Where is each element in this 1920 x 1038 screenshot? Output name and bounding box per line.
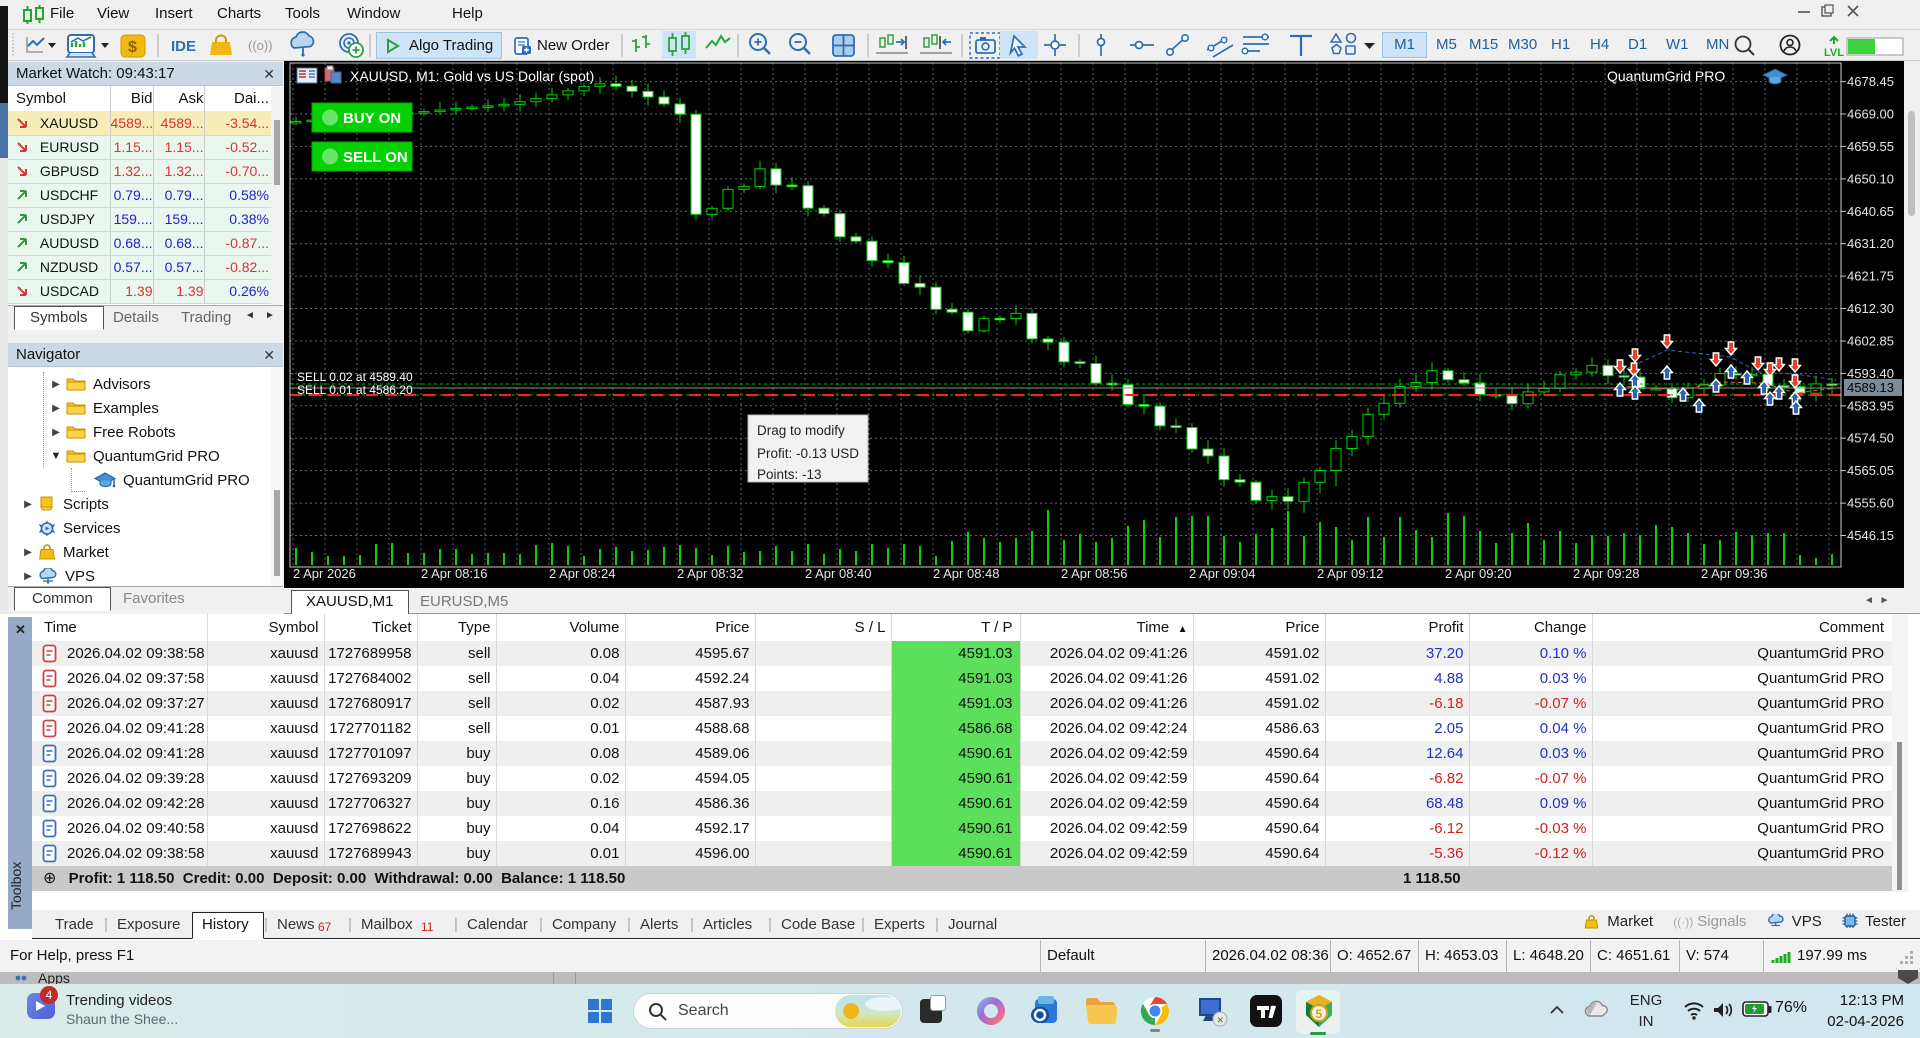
svg-text:Profit: -0.13 USD: Profit: -0.13 USD bbox=[757, 446, 859, 461]
svg-text:2 Apr 09:28: 2 Apr 09:28 bbox=[1573, 566, 1640, 581]
svg-text:XAUUSD, M1: Gold vs US Dollar: XAUUSD, M1: Gold vs US Dollar (spot) bbox=[350, 68, 594, 84]
svg-text:SELL 0.01 at 4586.20: SELL 0.01 at 4586.20 bbox=[297, 383, 413, 397]
svg-text:4631.20: 4631.20 bbox=[1847, 236, 1894, 251]
svg-text:4678.45: 4678.45 bbox=[1847, 74, 1894, 89]
svg-text:5: 5 bbox=[1316, 1007, 1323, 1021]
svg-text:2 Apr 09:04: 2 Apr 09:04 bbox=[1189, 566, 1256, 581]
svg-text:4583.95: 4583.95 bbox=[1847, 398, 1894, 413]
svg-text:4659.55: 4659.55 bbox=[1847, 139, 1894, 154]
svg-text:SELL ON: SELL ON bbox=[343, 149, 408, 166]
svg-text:2 Apr 08:16: 2 Apr 08:16 bbox=[421, 566, 488, 581]
svg-text:4612.30: 4612.30 bbox=[1847, 301, 1894, 316]
svg-text:((o)): ((o)) bbox=[248, 38, 273, 53]
svg-text:4593.40: 4593.40 bbox=[1847, 366, 1894, 381]
svg-text:4640.65: 4640.65 bbox=[1847, 204, 1894, 219]
svg-text:SELL 0.02 at 4589.40: SELL 0.02 at 4589.40 bbox=[297, 370, 413, 384]
svg-text:4602.85: 4602.85 bbox=[1847, 334, 1894, 349]
svg-text:IDE: IDE bbox=[171, 38, 196, 55]
svg-text:2 Apr 08:56: 2 Apr 08:56 bbox=[1061, 566, 1128, 581]
svg-text:✕: ✕ bbox=[1217, 1015, 1225, 1025]
svg-text:$: $ bbox=[128, 39, 137, 56]
svg-text:Points: -13: Points: -13 bbox=[757, 467, 822, 482]
svg-text:2 Apr 09:12: 2 Apr 09:12 bbox=[1317, 566, 1384, 581]
svg-text:BUY ON: BUY ON bbox=[343, 110, 401, 127]
svg-text:2 Apr 08:32: 2 Apr 08:32 bbox=[677, 566, 744, 581]
svg-text:4546.15: 4546.15 bbox=[1847, 528, 1894, 543]
svg-text:4574.50: 4574.50 bbox=[1847, 431, 1894, 446]
svg-text:2 Apr 09:36: 2 Apr 09:36 bbox=[1701, 566, 1768, 581]
svg-text:QuantumGrid PRO: QuantumGrid PRO bbox=[1607, 68, 1725, 84]
svg-text:4565.05: 4565.05 bbox=[1847, 463, 1894, 478]
svg-text:4669.00: 4669.00 bbox=[1847, 107, 1894, 122]
svg-text:LVL: LVL bbox=[1824, 47, 1844, 59]
svg-text:4650.10: 4650.10 bbox=[1847, 171, 1894, 186]
svg-text:2 Apr 2026: 2 Apr 2026 bbox=[293, 566, 356, 581]
svg-text:2 Apr 08:24: 2 Apr 08:24 bbox=[549, 566, 616, 581]
svg-text:4555.60: 4555.60 bbox=[1847, 496, 1894, 511]
svg-text:2 Apr 08:40: 2 Apr 08:40 bbox=[805, 566, 872, 581]
svg-text:Drag to modify: Drag to modify bbox=[757, 423, 845, 438]
svg-text:4589.13: 4589.13 bbox=[1847, 380, 1894, 395]
svg-text:2 Apr 09:20: 2 Apr 09:20 bbox=[1445, 566, 1512, 581]
svg-text:4621.75: 4621.75 bbox=[1847, 269, 1894, 284]
svg-text:2 Apr 08:48: 2 Apr 08:48 bbox=[933, 566, 1000, 581]
